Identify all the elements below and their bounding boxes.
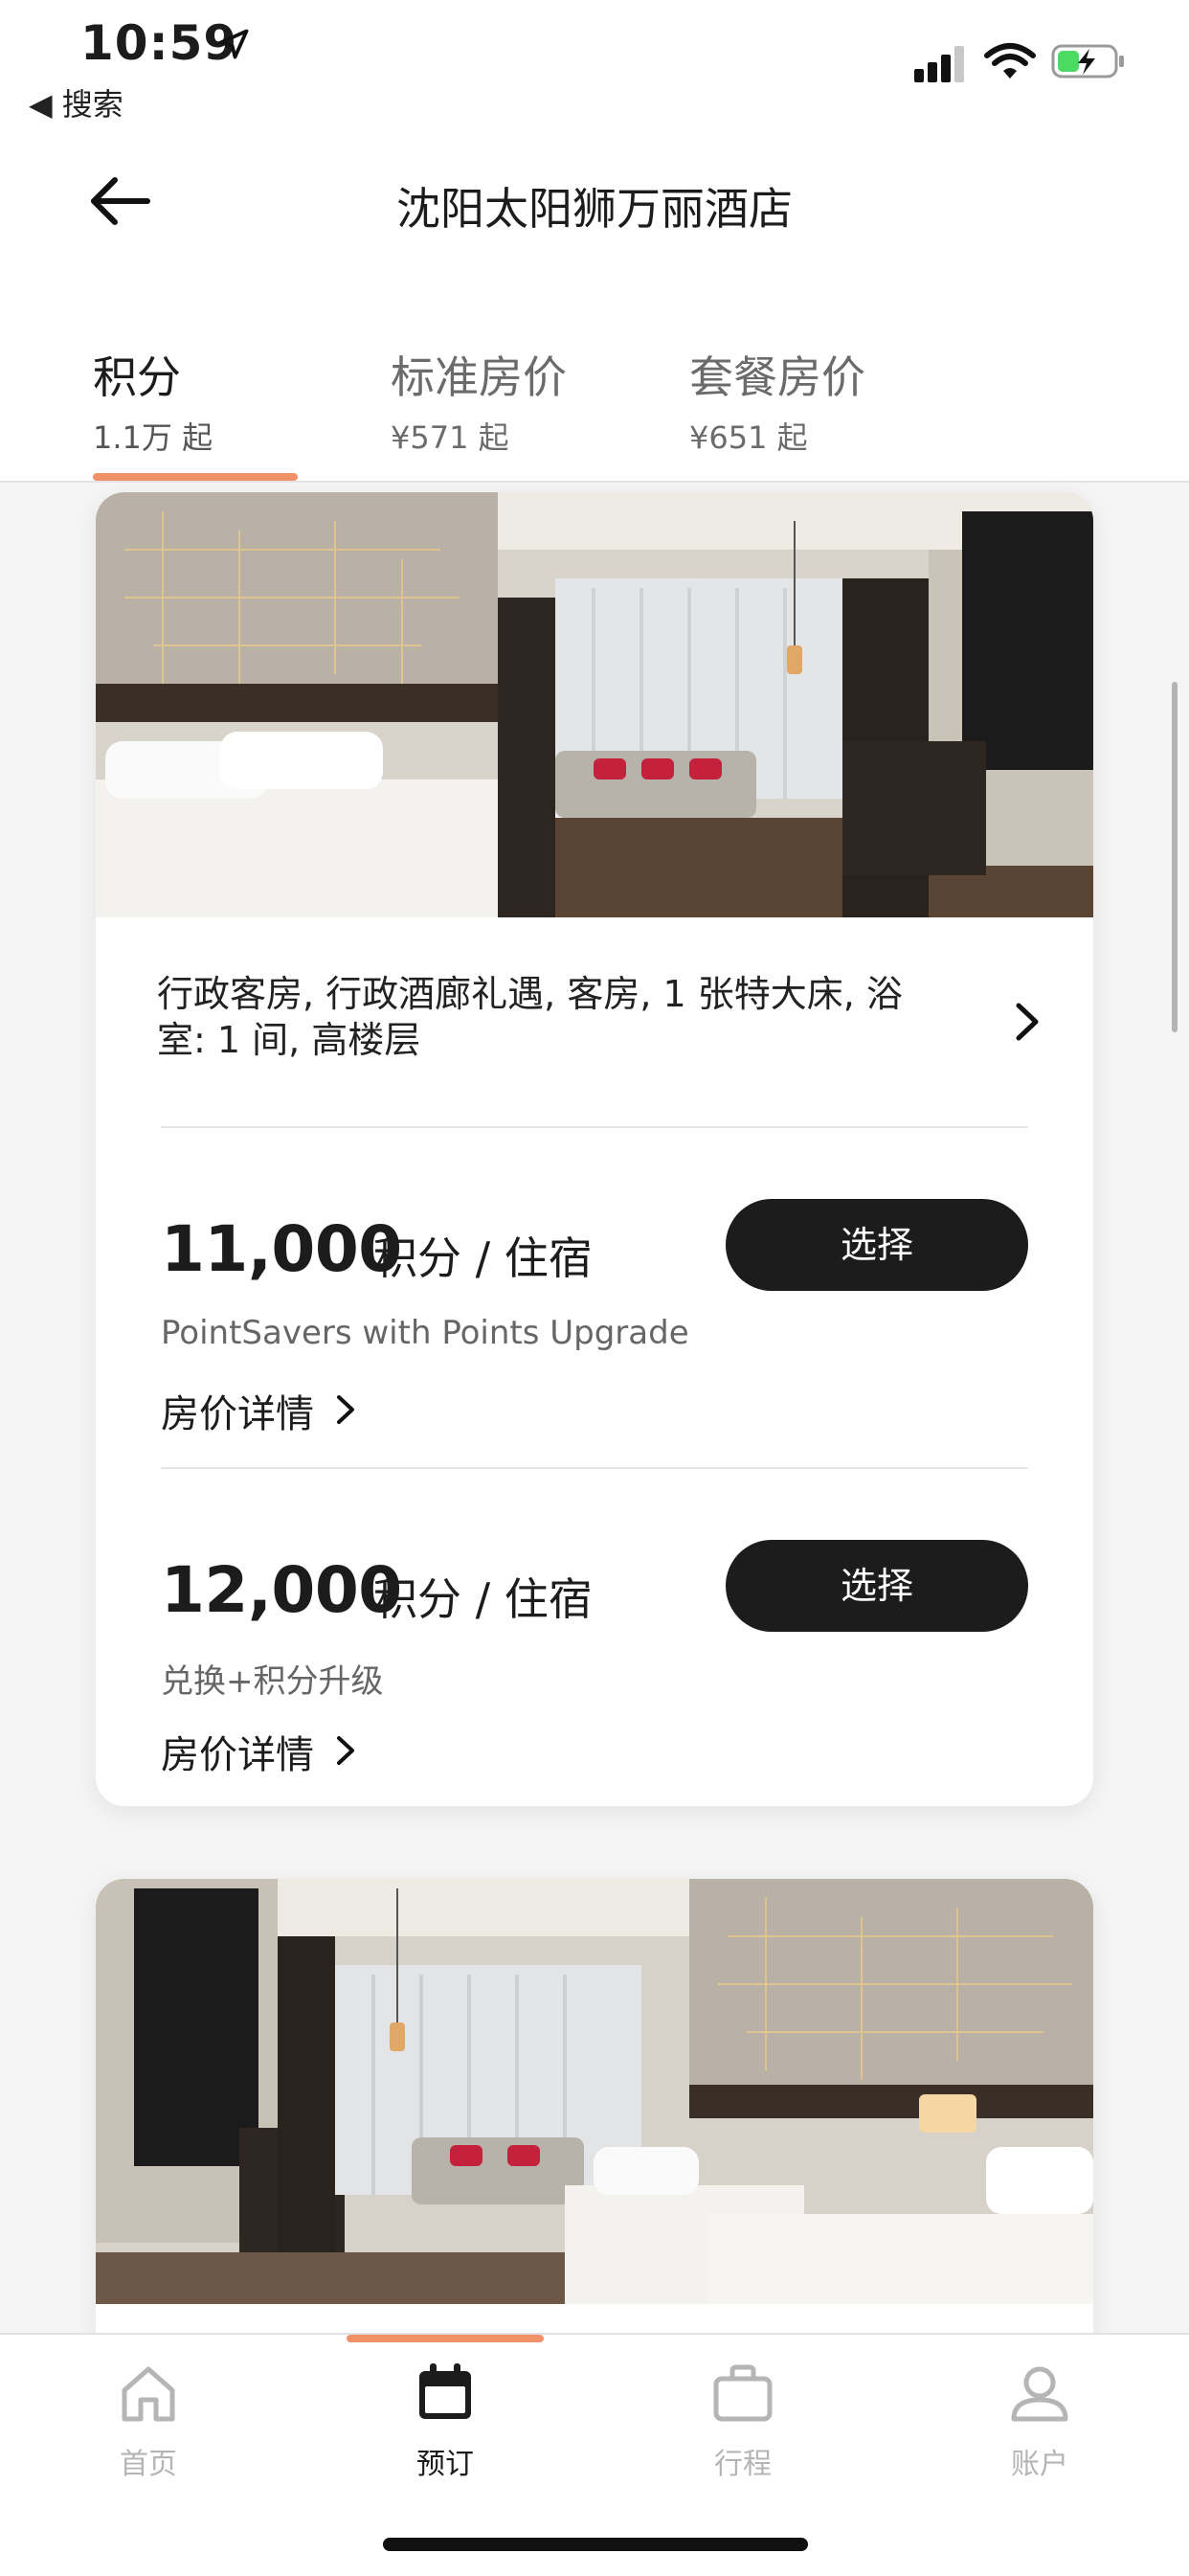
rate-details-link[interactable]: 房价详情 [161, 1383, 314, 1438]
nav-book[interactable]: 预订 [349, 2360, 541, 2482]
briefcase-icon [713, 2364, 773, 2422]
location-arrow-icon [218, 29, 249, 59]
tab-points-sub: 1.1万 起 [93, 419, 213, 456]
room-description[interactable]: 行政客房, 行政酒廊礼遇, 客房, 1 张特大床, 浴室: 1 间, 高楼层 [157, 971, 942, 1063]
wifi-icon [984, 43, 1036, 79]
chevron-right-icon[interactable] [333, 1733, 358, 1768]
active-tab-indicator [93, 473, 298, 481]
chevron-right-icon[interactable] [333, 1392, 358, 1427]
room-photo [96, 1879, 1093, 2304]
nav-home[interactable]: 首页 [53, 2360, 244, 2482]
tab-standard-sub: ¥571 起 [391, 419, 509, 456]
rate-name: 兑换+积分升级 [161, 1662, 384, 1701]
nav-trips-label: 行程 [714, 2448, 772, 2481]
page-title: 沈阳太阳狮万丽酒店 [396, 183, 793, 235]
tab-standard-rate[interactable]: 标准房价 ¥571 起 [391, 343, 567, 458]
room-photo [96, 492, 1093, 917]
calendar-icon [419, 2363, 471, 2419]
back-to-search-link[interactable]: ◀ 搜索 [29, 80, 123, 124]
home-indicator [383, 2538, 808, 2551]
tab-standard-label: 标准房价 [391, 351, 567, 403]
rate-name: PointSavers with Points Upgrade [161, 1314, 689, 1352]
scrollbar[interactable] [1172, 682, 1178, 1032]
select-button[interactable]: 选择 [726, 1540, 1028, 1632]
tab-points-label: 积分 [93, 351, 181, 403]
status-time: 10:59 [80, 15, 238, 71]
home-icon [122, 2366, 175, 2422]
nav-trips[interactable]: 行程 [647, 2360, 839, 2482]
divider [161, 1126, 1028, 1128]
rate-tabs: 积分 1.1万 起 标准房价 ¥571 起 套餐房价 ¥651 起 [0, 326, 1189, 483]
battery-icon [1051, 44, 1124, 79]
status-bar: 10:59 ◀ 搜索 [0, 0, 1189, 134]
divider [161, 1467, 1028, 1469]
header: 沈阳太阳狮万丽酒店 [0, 134, 1189, 335]
cellular-signal-icon [914, 46, 964, 82]
rate-unit: 积分 / 住宿 [373, 1232, 593, 1284]
rate-unit: 积分 / 住宿 [373, 1573, 593, 1625]
select-button[interactable]: 选择 [726, 1199, 1028, 1291]
room-card: 行政客房, 行政酒廊礼遇, 客房, 1 张特大床, 浴室: 1 间, 高楼层 1… [96, 492, 1093, 1806]
chevron-right-icon[interactable] [1009, 1000, 1043, 1044]
rate-option: 11,000 积分 / 住宿 PointSavers with Points U… [161, 1199, 1028, 1519]
nav-book-label: 预订 [416, 2448, 474, 2481]
tab-package-label: 套餐房价 [689, 351, 865, 403]
user-icon [1011, 2366, 1068, 2422]
rate-details-link[interactable]: 房价详情 [161, 1724, 314, 1779]
tab-points[interactable]: 积分 1.1万 起 [93, 343, 213, 458]
active-nav-indicator [347, 2335, 544, 2342]
rate-points: 11,000 [161, 1212, 402, 1286]
nav-account[interactable]: 账户 [944, 2360, 1135, 2482]
rate-option: 12,000 积分 / 住宿 兑换+积分升级 房价详情 选择 [161, 1540, 1028, 1806]
tab-package-rate[interactable]: 套餐房价 ¥651 起 [689, 343, 865, 458]
nav-account-label: 账户 [1011, 2448, 1068, 2481]
nav-home-label: 首页 [120, 2448, 177, 2481]
rate-points: 12,000 [161, 1553, 402, 1627]
tab-package-sub: ¥651 起 [689, 419, 808, 456]
room-card [96, 1879, 1093, 2377]
